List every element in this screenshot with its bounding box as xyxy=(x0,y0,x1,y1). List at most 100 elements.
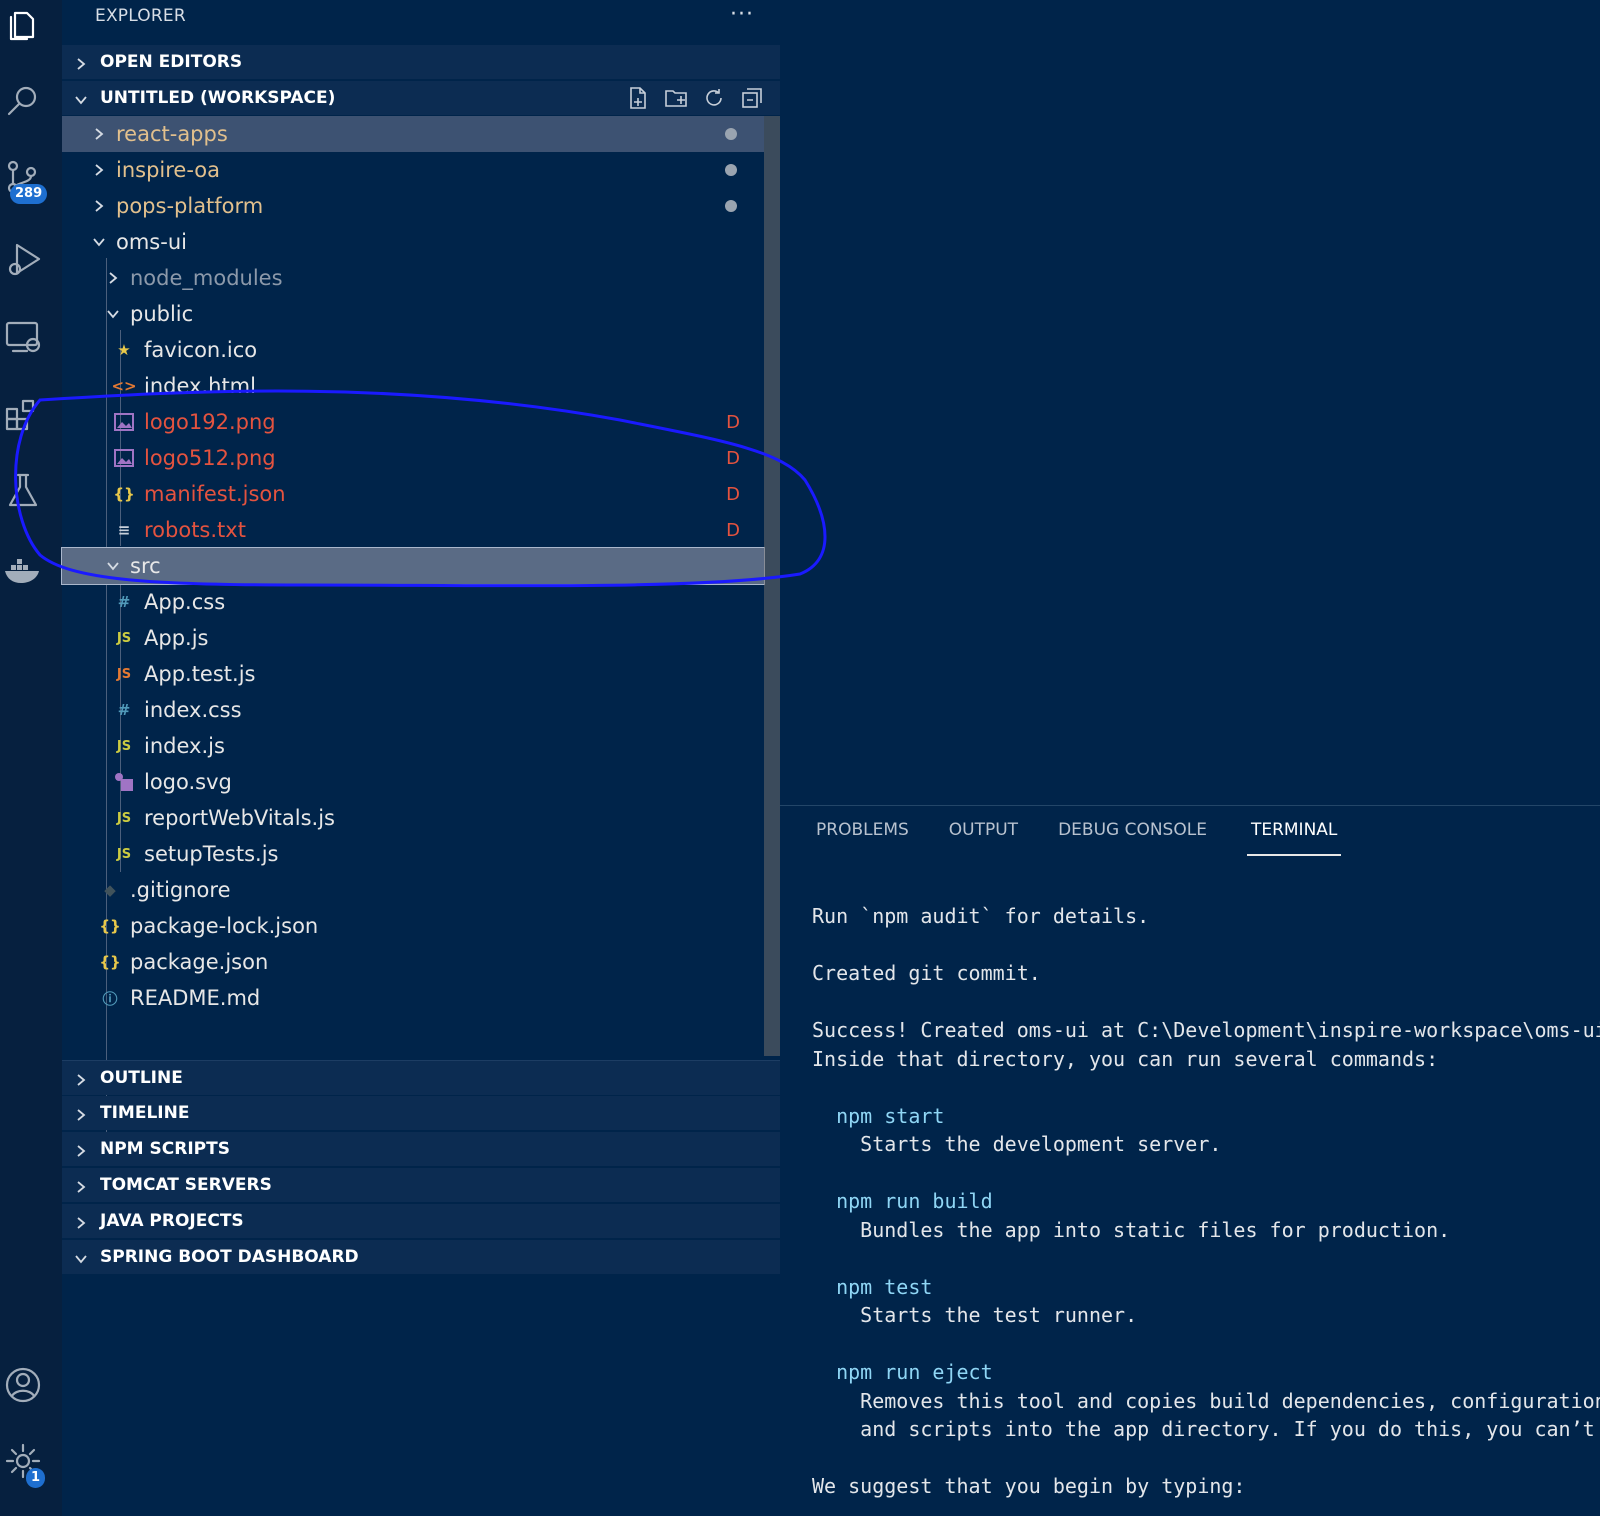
tree-item-public[interactable]: public xyxy=(62,296,764,332)
tree-item-label: App.test.js xyxy=(144,662,256,686)
remote-explorer-icon[interactable] xyxy=(0,314,46,360)
tree-item-label: manifest.json xyxy=(144,482,286,506)
workspace-label: UNTITLED (WORKSPACE) xyxy=(100,88,336,108)
tree-item-node-modules[interactable]: node_modules xyxy=(62,260,764,296)
tree-item-react-apps[interactable]: react-apps xyxy=(62,116,764,152)
tree-item-label: reportWebVitals.js xyxy=(144,806,335,830)
json-icon: {} xyxy=(99,917,121,935)
tomcat-servers-section[interactable]: TOMCAT SERVERS xyxy=(62,1168,780,1202)
search-icon[interactable] xyxy=(0,78,46,124)
tree-item-label: oms-ui xyxy=(116,230,187,254)
editor-area xyxy=(780,0,1600,806)
deleted-decoration: D xyxy=(726,411,740,433)
tree-item-robots[interactable]: ≡ robots.txt D xyxy=(62,512,764,548)
collapse-all-icon[interactable] xyxy=(740,86,764,110)
tree-item-setup-tests[interactable]: JS setupTests.js xyxy=(62,836,764,872)
tree-item-oms-ui[interactable]: oms-ui xyxy=(62,224,764,260)
tree-item-label: index.js xyxy=(144,734,225,758)
terminal-line: Starts the development server. xyxy=(812,1132,1222,1156)
tree-item-app-js[interactable]: JS App.js xyxy=(62,620,764,656)
tree-item-index-js[interactable]: JS index.js xyxy=(62,728,764,764)
image-icon xyxy=(112,449,136,467)
explorer-scrollbar[interactable] xyxy=(764,116,780,1056)
tree-item-label: App.css xyxy=(144,590,226,614)
git-icon: ◆ xyxy=(104,881,116,899)
tree-item-package-lock[interactable]: {} package-lock.json xyxy=(62,908,764,944)
chevron-right-icon xyxy=(74,1179,86,1193)
docker-icon[interactable] xyxy=(0,546,46,592)
open-editors-section[interactable]: OPEN EDITORS xyxy=(62,45,780,79)
tree-item-app-test-js[interactable]: JS App.test.js xyxy=(62,656,764,692)
refresh-icon[interactable] xyxy=(702,86,726,110)
tab-problems[interactable]: PROBLEMS xyxy=(816,820,909,856)
files-icon[interactable] xyxy=(0,2,46,48)
tree-item-label: index.css xyxy=(144,698,242,722)
extensions-icon[interactable] xyxy=(0,392,46,438)
tree-item-label: inspire-oa xyxy=(116,158,221,182)
js-icon: JS xyxy=(116,810,132,826)
timeline-section[interactable]: TIMELINE xyxy=(62,1096,780,1130)
terminal-line: npm run build xyxy=(812,1189,993,1213)
terminal-line: Inside that directory, you can run sever… xyxy=(812,1046,1439,1071)
css-icon: # xyxy=(117,701,131,719)
tree-item-gitignore[interactable]: ◆ .gitignore xyxy=(62,872,764,908)
run-debug-icon[interactable] xyxy=(0,236,46,282)
outline-section[interactable]: OUTLINE xyxy=(62,1060,780,1095)
panel-tabs: PROBLEMS OUTPUT DEBUG CONSOLE TERMINAL xyxy=(816,820,1381,856)
terminal-output[interactable]: Run `npm audit` for details. Created git… xyxy=(812,902,1600,1501)
tree-item-label: pops-platform xyxy=(116,194,264,218)
npm-scripts-label: NPM SCRIPTS xyxy=(100,1139,230,1159)
tree-item-inspire-oa[interactable]: inspire-oa xyxy=(62,152,764,188)
tree-item-logo512[interactable]: logo512.png D xyxy=(62,440,764,476)
more-actions-icon[interactable]: ··· xyxy=(730,2,754,27)
spring-boot-dashboard-section[interactable]: SPRING BOOT DASHBOARD xyxy=(62,1240,780,1274)
tree-item-label: package-lock.json xyxy=(130,914,319,938)
chevron-right-icon xyxy=(74,1143,86,1157)
terminal-line: and scripts into the app directory. If y… xyxy=(860,1417,1595,1441)
tree-item-logo-svg[interactable]: logo.svg xyxy=(62,764,764,800)
modified-dot-icon xyxy=(725,128,737,140)
tab-terminal[interactable]: TERMINAL xyxy=(1246,820,1342,856)
tree-item-app-css[interactable]: # App.css xyxy=(62,584,764,620)
tree-item-favicon[interactable]: ★ favicon.ico xyxy=(62,332,764,368)
chevron-down-icon xyxy=(74,92,87,105)
chevron-down-icon xyxy=(92,235,106,249)
tree-item-label: logo192.png xyxy=(144,410,276,434)
tree-item-report-web-vitals[interactable]: JS reportWebVitals.js xyxy=(62,800,764,836)
tree-item-label: logo512.png xyxy=(144,446,276,470)
js-icon: JS xyxy=(116,630,132,646)
tree-item-src[interactable]: src xyxy=(61,547,765,585)
new-folder-icon[interactable] xyxy=(664,86,688,110)
tree-item-label: favicon.ico xyxy=(144,338,258,362)
tree-item-logo192[interactable]: logo192.png D xyxy=(62,404,764,440)
tree-item-index-css[interactable]: # index.css xyxy=(62,692,764,728)
workspace-section[interactable]: UNTITLED (WORKSPACE) xyxy=(62,81,780,115)
json-icon: {} xyxy=(99,953,121,971)
tree-item-readme[interactable]: ⓘ README.md xyxy=(62,980,764,1016)
java-projects-section[interactable]: JAVA PROJECTS xyxy=(62,1204,780,1238)
npm-scripts-section[interactable]: NPM SCRIPTS xyxy=(62,1132,780,1166)
new-file-icon[interactable] xyxy=(626,86,650,110)
tree-item-package-json[interactable]: {} package.json xyxy=(62,944,764,980)
tree-item-label: README.md xyxy=(130,986,261,1010)
chevron-down-icon xyxy=(74,1251,87,1264)
html-icon: <> xyxy=(111,377,137,395)
account-icon[interactable] xyxy=(0,1362,46,1408)
chevron-down-icon xyxy=(106,307,120,321)
tree-item-pops-platform[interactable]: pops-platform xyxy=(62,188,764,224)
testing-icon[interactable] xyxy=(0,468,46,514)
tree-item-manifest[interactable]: {} manifest.json D xyxy=(62,476,764,512)
terminal-line: Bundles the app into static files for pr… xyxy=(812,1217,1451,1242)
source-control-badge: 289 xyxy=(10,184,48,204)
deleted-decoration: D xyxy=(726,519,740,541)
tree-item-index-html[interactable]: <> index.html xyxy=(62,368,764,404)
tab-output[interactable]: OUTPUT xyxy=(949,820,1018,856)
svg-icon xyxy=(112,772,136,792)
tab-debug-console[interactable]: DEBUG CONSOLE xyxy=(1058,820,1207,856)
spring-boot-label: SPRING BOOT DASHBOARD xyxy=(100,1247,359,1267)
tree-item-label: node_modules xyxy=(130,266,283,290)
